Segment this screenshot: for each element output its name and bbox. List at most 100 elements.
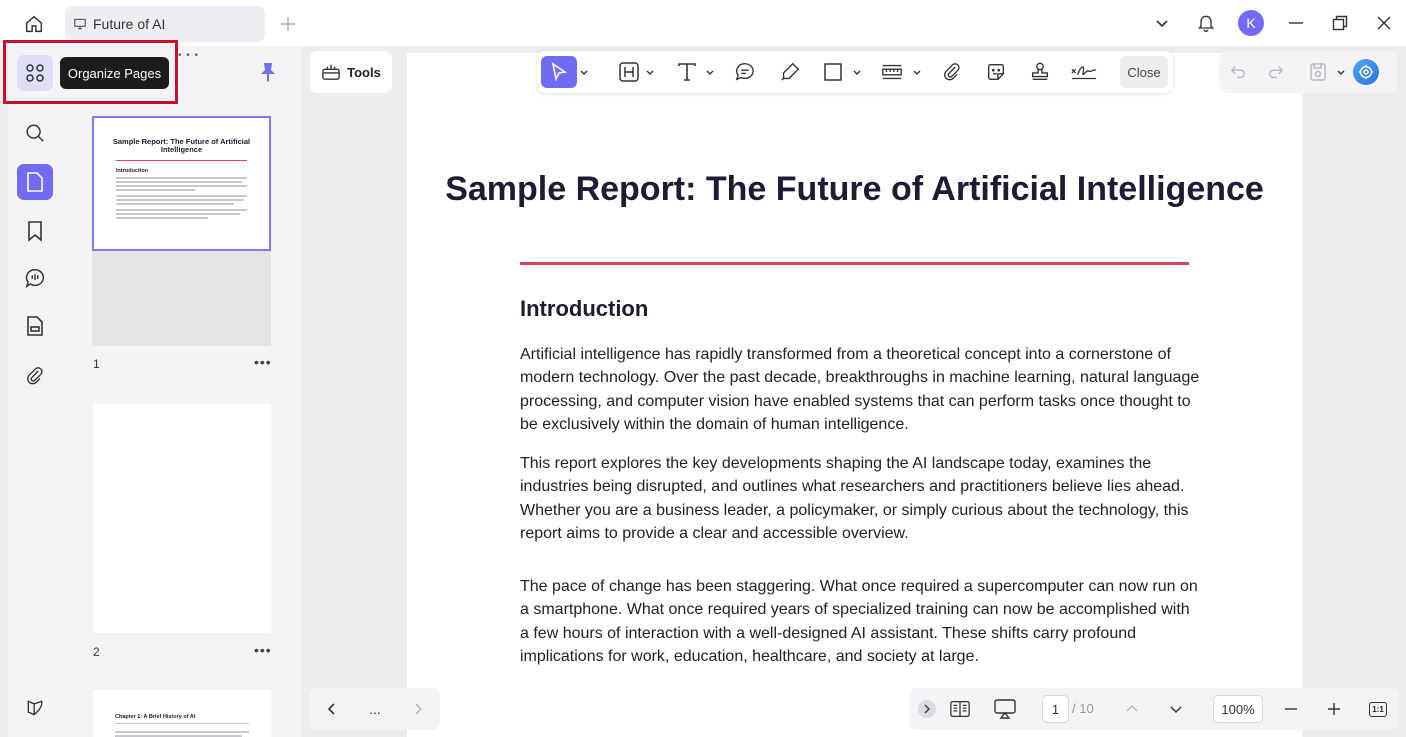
restore-icon — [1332, 15, 1348, 31]
layers-button[interactable] — [17, 690, 53, 726]
drag-handle[interactable]: • • • — [178, 50, 199, 61]
save-dropdown[interactable] — [1333, 56, 1349, 88]
home-icon — [25, 15, 43, 33]
user-avatar[interactable]: K — [1238, 10, 1264, 36]
page-number-1: 1 — [93, 357, 100, 371]
paragraph-2: This report explores the key development… — [520, 455, 1189, 542]
zoom-in-button[interactable] — [1321, 693, 1347, 725]
presentation-button[interactable] — [989, 693, 1021, 725]
bell-icon — [1197, 15, 1215, 32]
pages-panel-button[interactable] — [17, 164, 53, 200]
next-page-button[interactable] — [403, 694, 433, 724]
pen-tool-button[interactable] — [775, 56, 805, 88]
shape-tool-button[interactable] — [819, 56, 847, 88]
text-icon — [678, 63, 696, 81]
actual-size-button[interactable]: 1:1 — [1365, 693, 1391, 725]
document-page[interactable]: Sample Report: The Future of Artificial … — [407, 53, 1302, 737]
stamp-tool-button[interactable] — [1025, 56, 1055, 88]
save-button[interactable] — [1303, 56, 1333, 88]
chevron-down-icon — [1170, 706, 1182, 714]
thumbnail-text-lines — [116, 177, 247, 191]
minimize-icon — [1289, 22, 1303, 24]
new-tab-button[interactable] — [276, 12, 300, 36]
shape-tool-dropdown[interactable] — [850, 56, 864, 88]
page-thumbnail-2[interactable] — [93, 404, 271, 633]
undo-button[interactable] — [1219, 56, 1257, 88]
select-tool-button[interactable] — [541, 56, 577, 88]
pager-more-button[interactable]: ... — [360, 701, 390, 717]
comment-icon — [25, 269, 45, 288]
comments-button[interactable] — [17, 260, 53, 296]
reading-mode-button[interactable] — [945, 693, 975, 725]
zoom-level-input[interactable]: 100% — [1213, 695, 1263, 723]
page-down-button[interactable] — [1163, 693, 1189, 725]
ai-assistant-button[interactable] — [1353, 59, 1379, 85]
thumbnail-rule — [116, 160, 247, 161]
chevron-up-icon — [1126, 704, 1138, 712]
rectangle-icon — [824, 63, 842, 81]
collapse-bar-button[interactable] — [915, 693, 939, 725]
page-number-2: 2 — [93, 645, 100, 659]
home-button[interactable] — [16, 8, 52, 40]
sticker-tool-button[interactable] — [981, 56, 1011, 88]
page-thumbnail-3[interactable]: Chapter 1: A Brief History of AI — [93, 690, 271, 737]
close-icon — [1377, 16, 1391, 30]
close-toolbar-button[interactable]: Close — [1120, 56, 1168, 88]
highlight-tool-button[interactable] — [615, 56, 643, 88]
minimize-button[interactable] — [1274, 1, 1318, 45]
paperclip-icon — [944, 63, 960, 81]
notifications-button[interactable] — [1184, 1, 1228, 45]
page-1-more-button[interactable]: ••• — [254, 354, 272, 370]
measure-tool-button[interactable] — [877, 56, 907, 88]
title-divider — [520, 262, 1189, 265]
document-tab[interactable]: Future of AI — [65, 6, 265, 42]
zoom-out-button[interactable] — [1278, 693, 1304, 725]
monitor-icon — [74, 18, 86, 30]
actual-size-label: 1:1 — [1369, 701, 1387, 717]
select-tool-dropdown[interactable] — [577, 56, 591, 88]
save-icon — [1310, 63, 1326, 81]
restore-button[interactable] — [1318, 1, 1362, 45]
thumbnail-shadow — [92, 251, 271, 346]
chevron-down-icon — [706, 70, 714, 75]
minus-icon — [1285, 708, 1297, 710]
close-window-button[interactable] — [1362, 1, 1406, 45]
pen-icon — [781, 62, 800, 81]
page-up-button[interactable] — [1119, 693, 1145, 725]
window-controls: K — [1140, 0, 1406, 46]
text-tool-button[interactable] — [672, 56, 702, 88]
left-icon-rail — [8, 46, 62, 737]
paragraph-1: Artificial intelligence has rapidly tran… — [520, 346, 1200, 433]
book-icon — [950, 701, 970, 717]
comment-bubble-icon — [735, 63, 754, 81]
toolbox-icon — [322, 64, 340, 80]
layers-icon — [27, 700, 43, 716]
thumbnail-text-lines — [116, 195, 247, 205]
pin-icon — [261, 63, 275, 82]
redo-button[interactable] — [1257, 56, 1295, 88]
history-toolbar — [1219, 51, 1397, 93]
previous-page-button[interactable] — [317, 694, 347, 724]
form-fields-button[interactable] — [17, 308, 53, 344]
signature-tool-button[interactable] — [1067, 56, 1101, 88]
dropdown-button[interactable] — [1140, 1, 1184, 45]
measure-tool-dropdown[interactable] — [910, 56, 924, 88]
comment-tool-button[interactable] — [730, 56, 760, 88]
page-2-more-button[interactable]: ••• — [254, 642, 272, 658]
current-page-input[interactable]: 1 — [1042, 695, 1069, 723]
presentation-icon — [994, 699, 1016, 719]
attach-file-button[interactable] — [937, 56, 967, 88]
plus-icon — [281, 17, 295, 31]
highlight-tool-dropdown[interactable] — [643, 56, 657, 88]
tools-button[interactable]: Tools — [310, 51, 392, 93]
tools-label: Tools — [347, 64, 381, 80]
pin-panel-button[interactable] — [256, 60, 280, 84]
attachments-button[interactable] — [17, 358, 53, 394]
undo-icon — [1230, 66, 1245, 79]
page-thumbnail-1[interactable]: Sample Report: The Future of Artificial … — [92, 116, 271, 251]
text-tool-dropdown[interactable] — [703, 56, 717, 88]
bookmarks-button[interactable] — [17, 213, 53, 249]
plus-icon — [1328, 703, 1340, 715]
search-button[interactable] — [17, 115, 53, 151]
thumbnail-text-lines — [115, 731, 249, 737]
